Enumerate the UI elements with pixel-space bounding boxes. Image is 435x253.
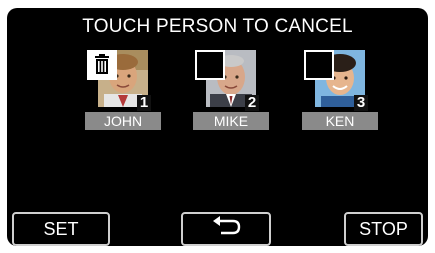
set-button[interactable]: SET <box>12 212 110 246</box>
person-name-label: KEN <box>302 112 378 130</box>
person-number: 2 <box>245 95 259 111</box>
person-number: 3 <box>354 95 368 111</box>
return-arrow-icon <box>209 215 243 246</box>
person-name-label: JOHN <box>85 112 161 130</box>
camera-screen: TOUCH PERSON TO CANCEL 1 JOHN 2 MIKE 3 K… <box>0 0 435 253</box>
checkbox-icon[interactable] <box>304 50 334 80</box>
person-number: 1 <box>137 95 151 111</box>
person-card-3[interactable]: 3 KEN <box>300 50 380 130</box>
page-title: TOUCH PERSON TO CANCEL <box>82 16 353 37</box>
person-name-label: MIKE <box>193 112 269 130</box>
person-card-1[interactable]: 1 JOHN <box>83 50 163 130</box>
trash-icon[interactable] <box>87 50 117 80</box>
stop-button[interactable]: STOP <box>344 212 423 246</box>
face-cancel-panel: TOUCH PERSON TO CANCEL 1 JOHN 2 MIKE 3 K… <box>7 8 428 246</box>
person-card-2[interactable]: 2 MIKE <box>191 50 271 130</box>
back-button[interactable] <box>181 212 271 246</box>
checkbox-icon[interactable] <box>195 50 225 80</box>
